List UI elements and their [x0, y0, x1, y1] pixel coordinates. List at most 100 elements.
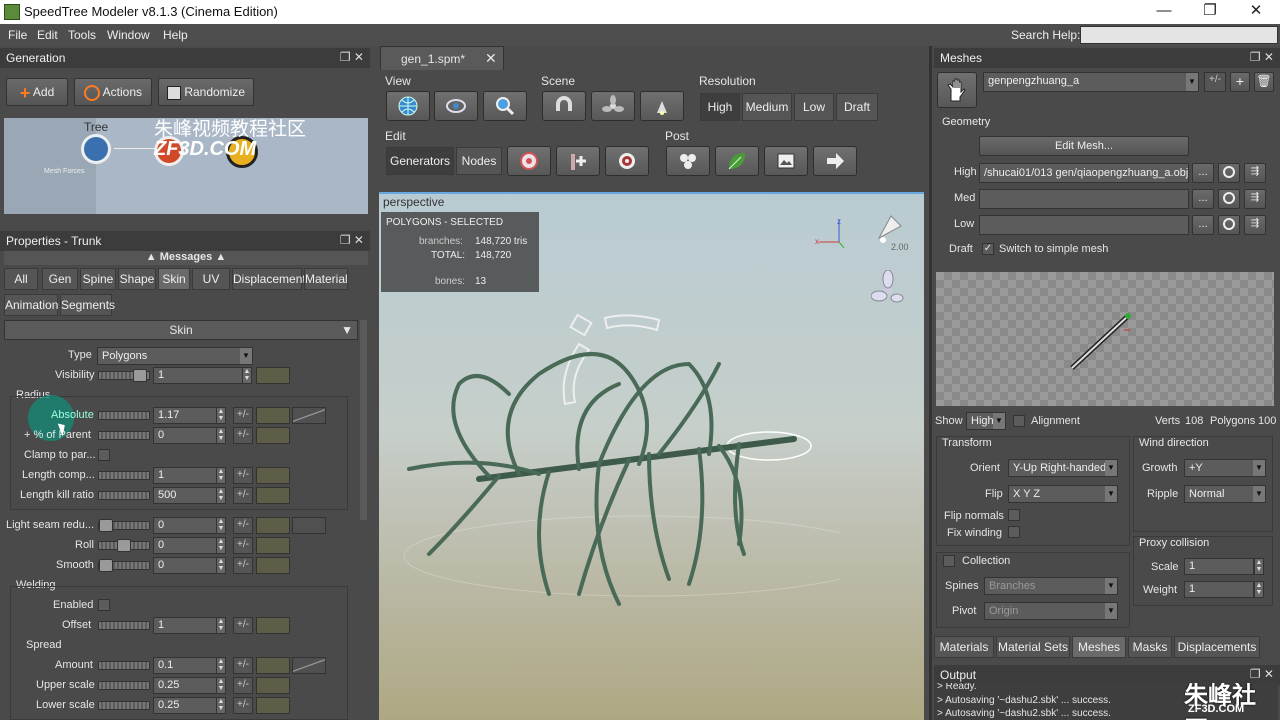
lower-scale-variance-button[interactable]: +/- [233, 697, 253, 714]
light-seam-curve-swatch[interactable] [256, 517, 290, 534]
scale-field[interactable]: 1 [1184, 558, 1254, 575]
amount-spinner[interactable]: ▲ ▼ [216, 657, 226, 674]
amount-field[interactable]: 0.1 [153, 657, 217, 674]
visibility-spinner[interactable]: ▲ ▼ [242, 367, 252, 384]
length-comp-spinner[interactable]: ▲ ▼ [216, 467, 226, 484]
tab-material-sets[interactable]: Material Sets [996, 636, 1070, 658]
med-mesh-path[interactable] [979, 189, 1189, 209]
lower-scale-spinner[interactable]: ▲ ▼ [216, 697, 226, 714]
tab-gen[interactable]: Gen [42, 268, 78, 290]
lower-scale-field[interactable]: 0.25 [153, 697, 217, 714]
smooth-spinner[interactable]: ▲ ▼ [216, 557, 226, 574]
amount-profile-swatch[interactable] [292, 657, 326, 674]
upper-scale-curve-swatch[interactable] [256, 677, 290, 694]
amount-curve-swatch[interactable] [256, 657, 290, 674]
high-mesh-path[interactable]: /shucai01/013 gen/qiaopengzhuang_a.obj [979, 163, 1189, 183]
light-seam-spinner[interactable]: ▲ ▼ [216, 517, 226, 534]
high-reload-button[interactable] [1218, 163, 1240, 183]
pct-parent-spinner[interactable]: ▲ ▼ [216, 427, 226, 444]
maximize-button[interactable]: ❐ [1187, 0, 1233, 24]
flip-normals-checkbox[interactable] [1008, 509, 1020, 521]
visibility-curve-swatch[interactable] [256, 367, 290, 384]
type-combo[interactable]: Polygons ▼ [97, 347, 253, 365]
visibility-slider[interactable] [98, 369, 150, 382]
spines-combo[interactable]: Branches ▼ [984, 577, 1118, 595]
skin-section-header[interactable]: Skin ▼ [4, 320, 358, 340]
slider-knob[interactable] [133, 369, 147, 382]
tab-meshes[interactable]: Meshes [1072, 636, 1126, 658]
tab-materials[interactable]: Materials [934, 636, 994, 658]
tab-displacement[interactable]: Displacement [232, 268, 306, 290]
pct-parent-curve-swatch[interactable] [256, 427, 290, 444]
upper-scale-field[interactable]: 0.25 [153, 677, 217, 694]
menu-window[interactable]: Window [107, 28, 150, 42]
slider-knob[interactable] [117, 539, 131, 552]
offset-slider[interactable] [98, 621, 150, 630]
roll-variance-button[interactable]: +/- [233, 537, 253, 554]
post-clusters-button[interactable] [666, 146, 710, 176]
delete-mesh-button[interactable]: 🗑 [1254, 72, 1274, 92]
slider-knob[interactable] [99, 559, 113, 572]
tab-animation[interactable]: Animation [4, 294, 58, 316]
amount-slider[interactable] [98, 661, 150, 670]
upper-scale-variance-button[interactable]: +/- [233, 677, 253, 694]
menu-file[interactable]: File [8, 28, 27, 42]
grab-mesh-button[interactable] [937, 72, 977, 108]
tab-skin[interactable]: Skin [158, 268, 190, 290]
smooth-variance-button[interactable]: +/- [233, 557, 253, 574]
menu-edit[interactable]: Edit [37, 28, 58, 42]
tab-masks[interactable]: Masks [1128, 636, 1172, 658]
offset-variance-button[interactable]: +/- [233, 617, 253, 634]
roll-curve-swatch[interactable] [256, 537, 290, 554]
tab-material[interactable]: Material [304, 268, 348, 290]
randomize-button[interactable]: Randomize [158, 78, 254, 106]
absolute-curve-swatch[interactable] [256, 407, 290, 424]
scale-spinner[interactable]: ▲ ▼ [1254, 558, 1264, 575]
smooth-slider[interactable] [98, 559, 150, 572]
offset-field[interactable]: 1 [153, 617, 217, 634]
edit-add-branch-button[interactable] [556, 146, 600, 176]
properties-scrollbar[interactable] [360, 320, 367, 520]
file-tab[interactable]: gen_1.spm* ✕ [380, 46, 504, 70]
panel-controls[interactable]: ❐ ✕ [1250, 667, 1274, 681]
upper-scale-slider[interactable] [98, 681, 150, 690]
mesh-variance-button[interactable]: +/- [1204, 72, 1226, 92]
low-reload-button[interactable] [1218, 215, 1240, 235]
tab-spine[interactable]: Spine [80, 268, 116, 290]
length-comp-slider[interactable] [98, 471, 150, 480]
weight-spinner[interactable]: ▲ ▼ [1254, 581, 1264, 598]
post-leaf-button[interactable] [715, 146, 759, 176]
view-orbit-button[interactable] [434, 91, 478, 121]
close-window-button[interactable]: ✕ [1233, 0, 1279, 24]
length-kill-field[interactable]: 500 [153, 487, 217, 504]
messages-bar[interactable]: ▲ Messages ▲ [4, 251, 368, 265]
upper-scale-spinner[interactable]: ▲ ▼ [216, 677, 226, 694]
offset-curve-swatch[interactable] [256, 617, 290, 634]
menu-tools[interactable]: Tools [68, 28, 96, 42]
minimize-button[interactable]: — [1141, 0, 1187, 24]
light-seam-slider[interactable] [98, 519, 150, 532]
post-arrow-button[interactable] [813, 146, 857, 176]
pct-parent-variance-button[interactable]: +/- [233, 427, 253, 444]
length-kill-curve-swatch[interactable] [256, 487, 290, 504]
light-seam-profile-swatch[interactable] [292, 517, 326, 534]
res-low-button[interactable]: Low [794, 93, 834, 121]
edit-target-button[interactable] [605, 146, 649, 176]
smooth-field[interactable]: 0 [153, 557, 217, 574]
absolute-variance-button[interactable]: +/- [233, 407, 253, 424]
pct-parent-slider[interactable] [98, 431, 150, 440]
length-comp-variance-button[interactable]: +/- [233, 467, 253, 484]
flip-combo[interactable]: X Y Z ▼ [1008, 485, 1118, 503]
growth-combo[interactable]: +Y ▼ [1184, 459, 1266, 477]
absolute-profile-swatch[interactable] [292, 407, 326, 424]
res-draft-button[interactable]: Draft [836, 93, 878, 121]
tree-node[interactable] [81, 134, 111, 164]
tab-shape[interactable]: Shape [118, 268, 156, 290]
nodes-button[interactable]: Nodes [456, 147, 502, 175]
orient-combo[interactable]: Y-Up Right-handed ▼ [1008, 459, 1118, 477]
post-export-image-button[interactable] [764, 146, 808, 176]
tab-segments[interactable]: Segments [60, 294, 115, 316]
output-log[interactable]: > Ready. > Autosaving '~dashu2.sbk' ... … [934, 683, 1278, 720]
tab-all[interactable]: All [4, 268, 38, 290]
absolute-spinner[interactable]: ▲ ▼ [216, 407, 226, 424]
